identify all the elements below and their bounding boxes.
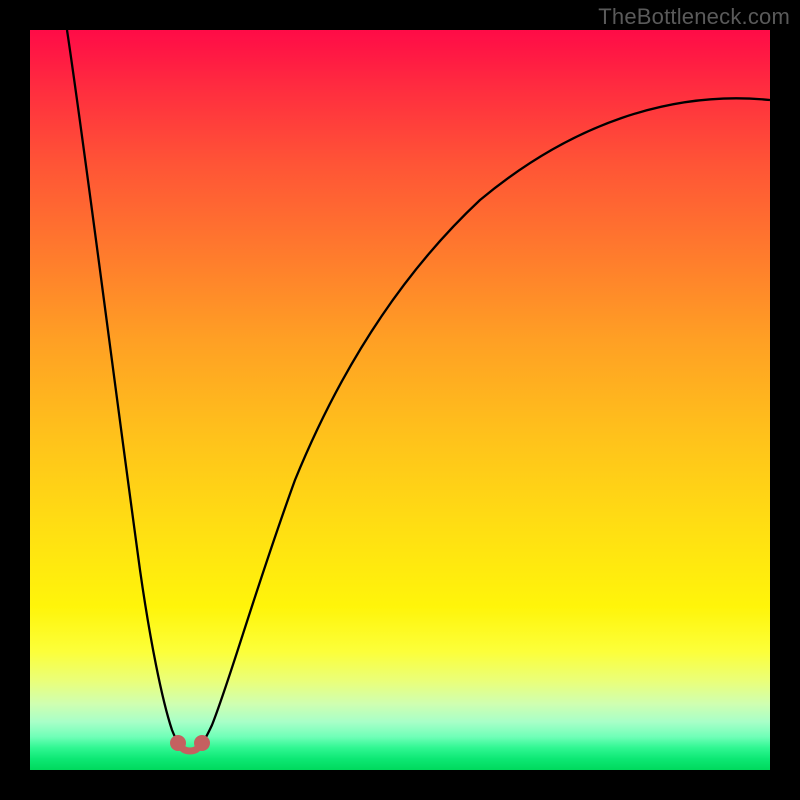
bottleneck-curve	[30, 30, 770, 770]
curve-right-branch	[198, 98, 770, 748]
plot-area	[30, 30, 770, 770]
watermark-text: TheBottleneck.com	[598, 4, 790, 30]
min-marker-left	[170, 735, 186, 751]
chart-frame: TheBottleneck.com	[0, 0, 800, 800]
min-marker-right	[194, 735, 210, 751]
curve-bottom-connector	[182, 748, 198, 751]
curve-left-branch	[67, 30, 182, 748]
